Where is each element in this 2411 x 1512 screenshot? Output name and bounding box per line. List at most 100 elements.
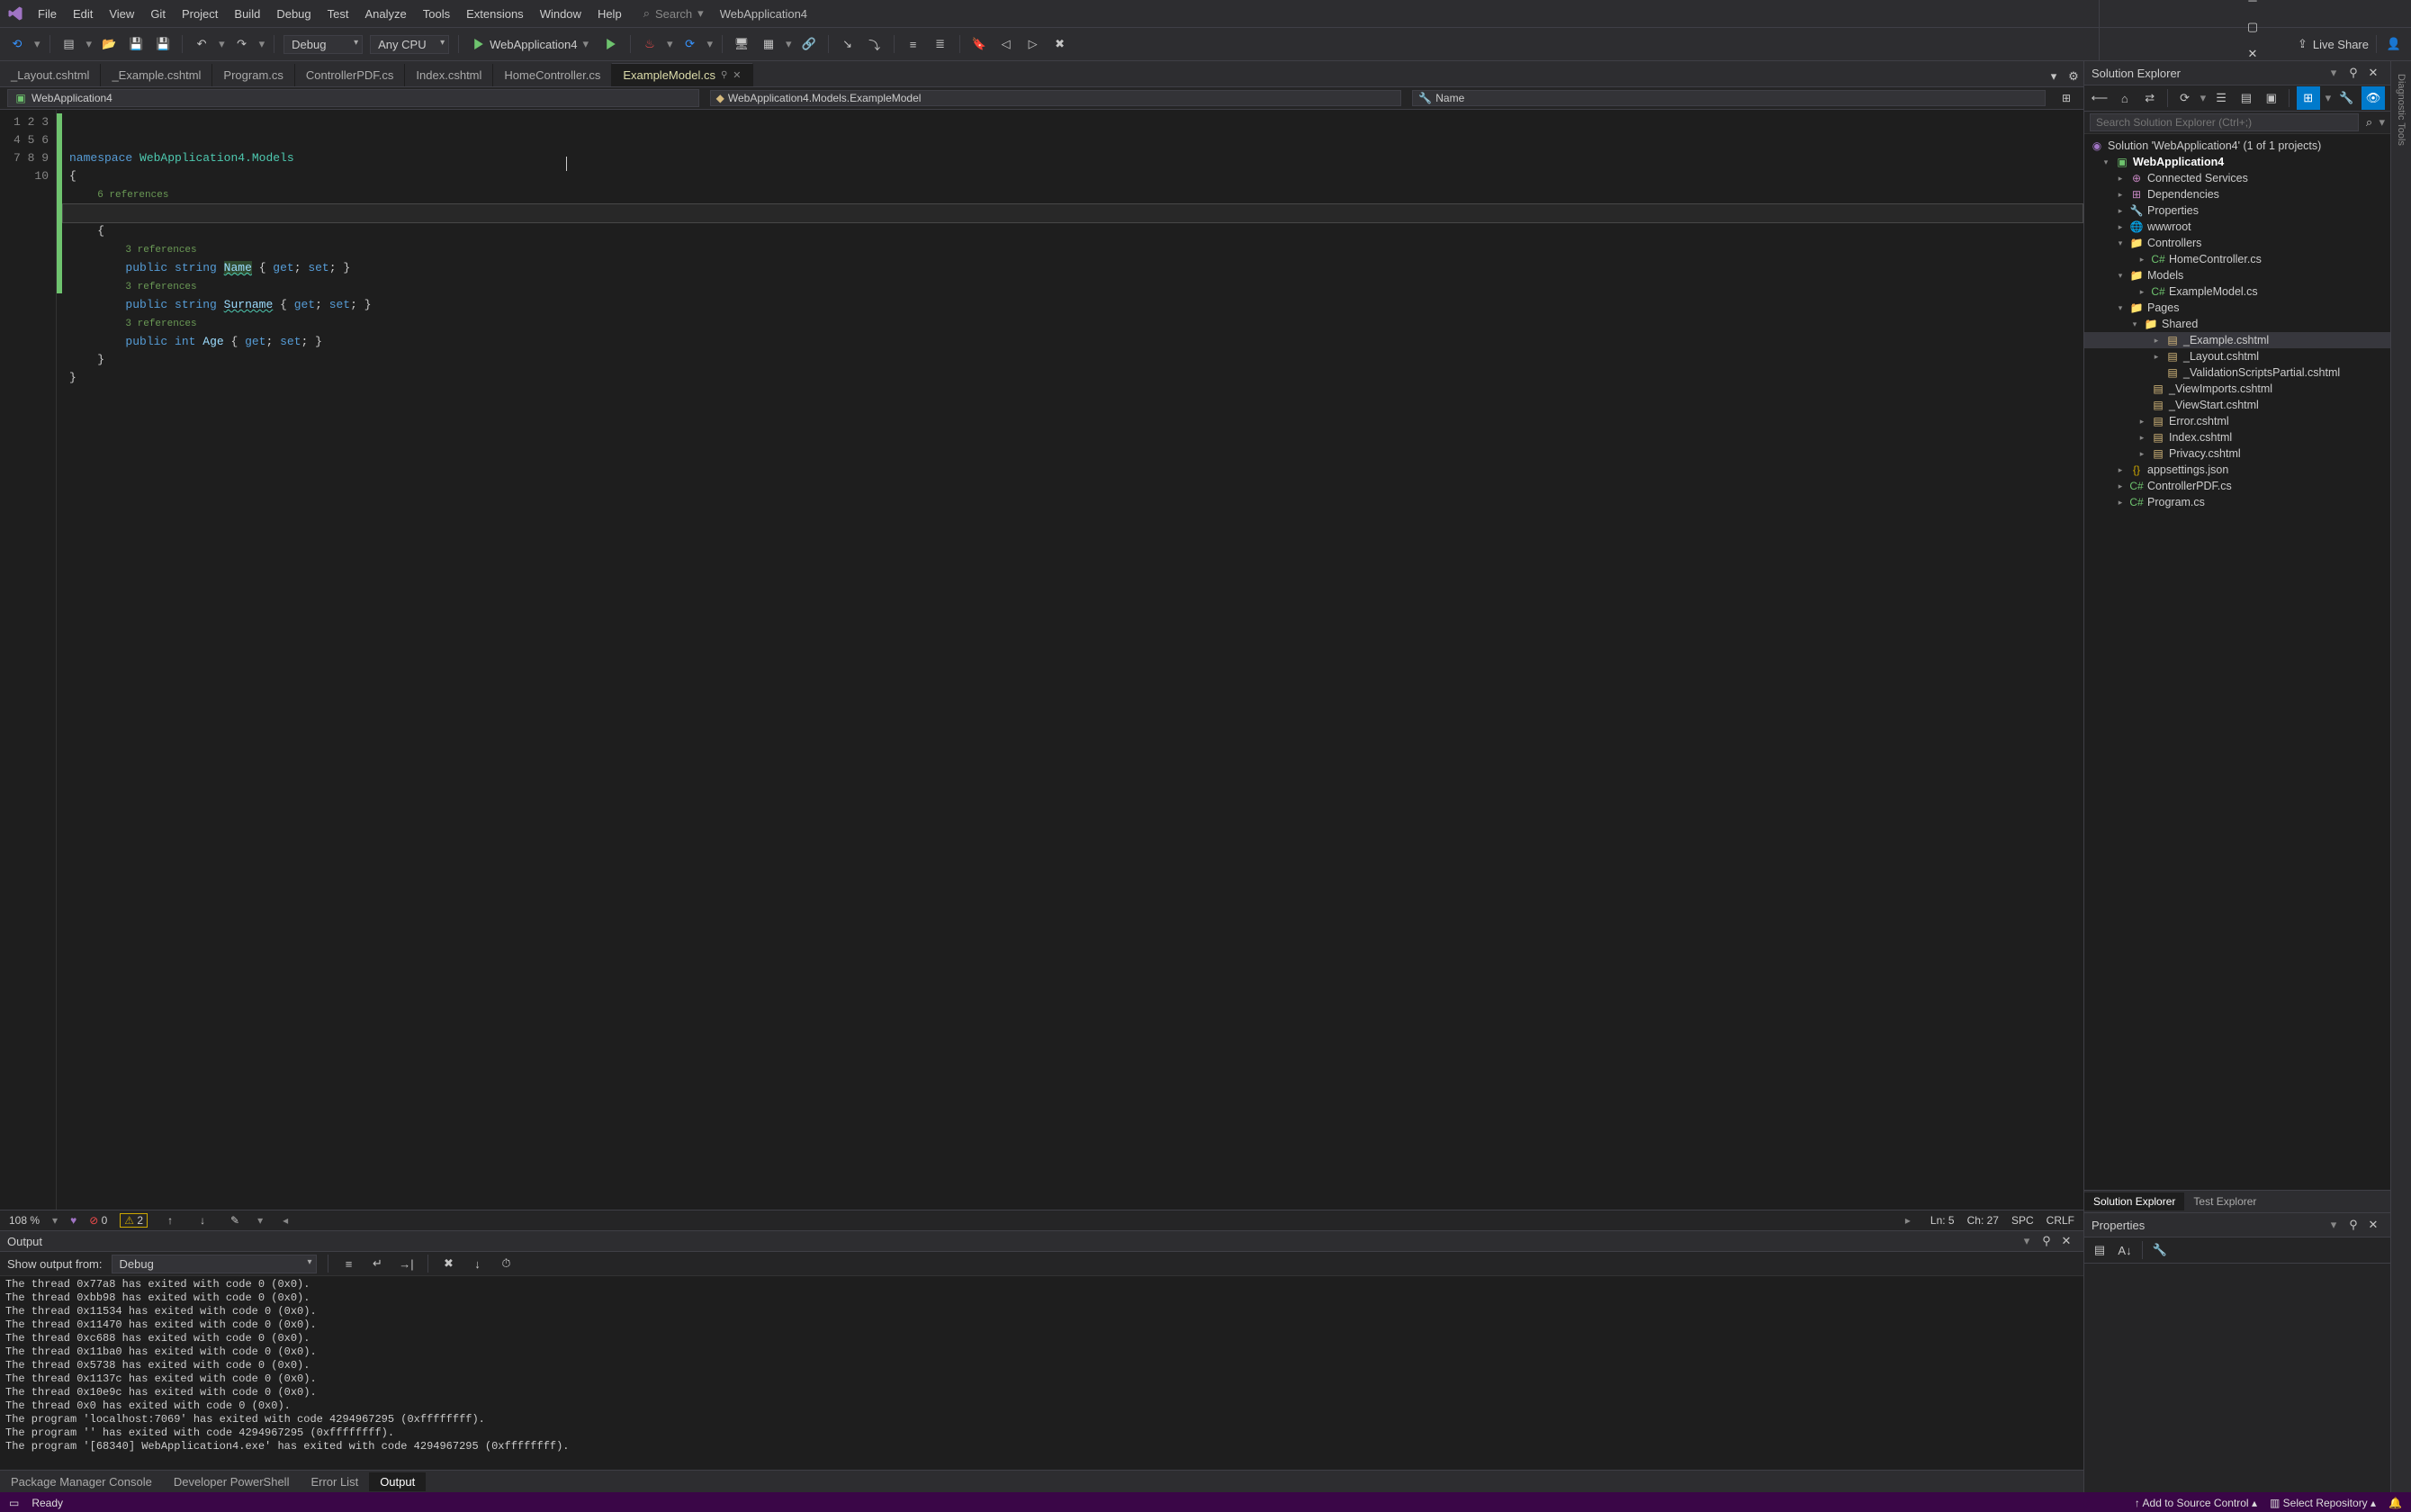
refresh-icon[interactable]: ⟳: [680, 34, 700, 54]
tree-dependencies[interactable]: ▸⊞Dependencies: [2084, 186, 2390, 202]
lineending-indicator[interactable]: CRLF: [2047, 1214, 2074, 1227]
search-box[interactable]: ⌕ Search ▾: [643, 6, 704, 21]
tree-appsettings[interactable]: ▸{}appsettings.json: [2084, 462, 2390, 478]
menu-help[interactable]: Help: [590, 4, 629, 24]
tab-controllerpdf[interactable]: ControllerPDF.cs: [295, 64, 406, 86]
step-over-icon[interactable]: ⤵: [865, 34, 885, 54]
bookmark-icon[interactable]: 🔖: [969, 34, 989, 54]
save-all-icon[interactable]: 💾: [153, 34, 173, 54]
righttab-testexp[interactable]: Test Explorer: [2184, 1192, 2265, 1210]
minimize-button[interactable]: ─: [2240, 0, 2265, 9]
tab-homecontroller[interactable]: HomeController.cs: [493, 64, 612, 86]
tab-example[interactable]: _Example.cshtml: [101, 64, 212, 86]
undo-icon[interactable]: ↶: [192, 34, 211, 54]
toggle-wrap-icon[interactable]: ↵: [368, 1254, 388, 1274]
start-debug-button[interactable]: WebApplication4 ▾: [468, 35, 594, 53]
solexp-properties-icon[interactable]: ⊞: [2297, 86, 2320, 110]
tree-connected[interactable]: ▸⊕Connected Services: [2084, 170, 2390, 186]
add-source-control-button[interactable]: ↑ Add to Source Control ▴: [2135, 1497, 2257, 1509]
close-button[interactable]: ✕: [2240, 45, 2265, 63]
tree-shared[interactable]: ▾📁Shared: [2084, 316, 2390, 332]
tree-program[interactable]: ▸C#Program.cs: [2084, 494, 2390, 510]
menu-project[interactable]: Project: [175, 4, 225, 24]
clear-bookmarks-icon[interactable]: ✖: [1050, 34, 1070, 54]
tree-viewstart[interactable]: ▤_ViewStart.cshtml: [2084, 397, 2390, 413]
props-close-icon[interactable]: ✕: [2363, 1215, 2383, 1235]
comment-icon[interactable]: ≡: [904, 34, 923, 54]
redo-icon[interactable]: ↷: [232, 34, 252, 54]
tree-wwwroot[interactable]: ▸🌐wwwroot: [2084, 219, 2390, 235]
tree-validation[interactable]: ▤_ValidationScriptsPartial.cshtml: [2084, 364, 2390, 381]
menu-test[interactable]: Test: [320, 4, 356, 24]
tree-error[interactable]: ▸▤Error.cshtml: [2084, 413, 2390, 429]
warning-count[interactable]: ⚠ 2: [120, 1213, 148, 1228]
tree-layout-cshtml[interactable]: ▸▤_Layout.cshtml: [2084, 348, 2390, 364]
tree-properties[interactable]: ▸🔧Properties: [2084, 202, 2390, 219]
menu-tools[interactable]: Tools: [416, 4, 457, 24]
split-editor-icon[interactable]: ⊞: [2056, 88, 2076, 108]
solexp-filter-icon[interactable]: ☰: [2211, 88, 2231, 108]
liveshare-button[interactable]: Live Share: [2313, 38, 2369, 51]
menu-file[interactable]: File: [31, 4, 64, 24]
tab-index[interactable]: Index.cshtml: [405, 64, 493, 86]
new-item-icon[interactable]: ▤: [59, 34, 79, 54]
save-icon[interactable]: 💾: [126, 34, 146, 54]
close-tab-icon[interactable]: ✕: [733, 69, 741, 81]
select-repo-button[interactable]: ▥ Select Repository ▴: [2270, 1497, 2376, 1509]
feedback-icon[interactable]: 👤: [2384, 34, 2404, 54]
solexp-close-icon[interactable]: ✕: [2363, 63, 2383, 83]
solexp-back-icon[interactable]: ⟵: [2090, 88, 2110, 108]
output-source-dropdown[interactable]: Debug: [112, 1255, 317, 1274]
health-icon[interactable]: ♥: [70, 1214, 76, 1227]
browser-link-icon[interactable]: 🖥: [732, 34, 751, 54]
toggle-icon[interactable]: ▦: [759, 34, 778, 54]
maximize-button[interactable]: ▢: [2240, 18, 2265, 36]
autoscroll-icon[interactable]: ↓: [468, 1254, 488, 1274]
prev-bookmark-icon[interactable]: ◁: [996, 34, 1016, 54]
output-pin-icon[interactable]: ⚲: [2037, 1231, 2056, 1251]
zoom-level[interactable]: 108 %: [9, 1214, 40, 1227]
bottomtab-powershell[interactable]: Developer PowerShell: [163, 1472, 301, 1491]
vtab-diagnostic[interactable]: Diagnostic Tools: [2394, 67, 2408, 153]
open-icon[interactable]: 📂: [99, 34, 119, 54]
tree-controllerpdf[interactable]: ▸C#ControllerPDF.cs: [2084, 478, 2390, 494]
platform-dropdown[interactable]: Any CPU: [370, 35, 449, 54]
solexp-wrench-icon[interactable]: 🔧: [2336, 88, 2356, 108]
menu-extensions[interactable]: Extensions: [459, 4, 531, 24]
nav-down-icon[interactable]: ↓: [193, 1210, 212, 1230]
tab-program[interactable]: Program.cs: [212, 64, 294, 86]
tree-viewimports[interactable]: ▤_ViewImports.cshtml: [2084, 381, 2390, 397]
menu-edit[interactable]: Edit: [66, 4, 100, 24]
config-dropdown[interactable]: Debug: [283, 35, 363, 54]
solexp-sync-icon[interactable]: ⇄: [2140, 88, 2160, 108]
code-editor[interactable]: namespace WebApplication4.Models { 6 ref…: [62, 110, 2083, 1210]
tree-models[interactable]: ▾📁Models: [2084, 267, 2390, 284]
menu-window[interactable]: Window: [533, 4, 589, 24]
tab-settings-icon[interactable]: ⚙: [2064, 67, 2083, 86]
link-icon[interactable]: 🔗: [799, 34, 819, 54]
tab-examplemodel[interactable]: ExampleModel.cs ⚲ ✕: [612, 63, 752, 86]
tab-layout[interactable]: _Layout.cshtml: [0, 64, 101, 86]
brush-icon[interactable]: ✎: [225, 1210, 245, 1230]
clear-output-icon[interactable]: ≡: [339, 1254, 359, 1274]
tab-overflow-icon[interactable]: ▾: [2044, 67, 2064, 86]
menu-debug[interactable]: Debug: [269, 4, 318, 24]
tree-controllers[interactable]: ▾📁Controllers: [2084, 235, 2390, 251]
pin-icon[interactable]: ⚲: [721, 70, 727, 80]
tree-pages[interactable]: ▾📁Pages: [2084, 300, 2390, 316]
bottomtab-errorlist[interactable]: Error List: [300, 1472, 369, 1491]
next-bookmark-icon[interactable]: ▷: [1023, 34, 1043, 54]
nav-up-icon[interactable]: ↑: [160, 1210, 180, 1230]
props-dropdown-icon[interactable]: ▾: [2324, 1215, 2344, 1235]
solexp-preview-icon[interactable]: 👁: [2362, 86, 2385, 110]
menu-build[interactable]: Build: [227, 4, 267, 24]
solexp-refresh-icon[interactable]: ⟳: [2175, 88, 2195, 108]
output-body[interactable]: The thread 0x77a8 has exited with code 0…: [0, 1276, 2083, 1470]
output-dropdown-icon[interactable]: ▾: [2017, 1231, 2037, 1251]
nav-member-dropdown[interactable]: 🔧 Name: [1412, 90, 2046, 106]
notifications-icon[interactable]: 🔔: [2389, 1497, 2402, 1509]
solution-tree[interactable]: ◉Solution 'WebApplication4' (1 of 1 proj…: [2084, 134, 2390, 1190]
nav-project-dropdown[interactable]: ▣ WebApplication4: [7, 89, 699, 107]
scroll-right-icon[interactable]: ▸: [1898, 1210, 1918, 1230]
menu-git[interactable]: Git: [143, 4, 173, 24]
